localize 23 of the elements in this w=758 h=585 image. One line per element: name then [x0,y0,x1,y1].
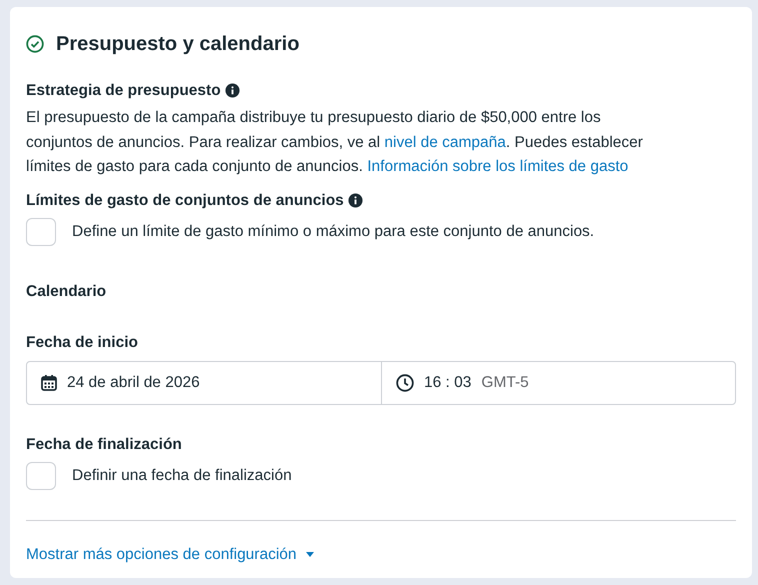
inline-link[interactable]: nivel de campaña [384,134,506,151]
calendar-icon [41,374,57,391]
field-label: Fecha de finalización [26,434,183,454]
show-more-link[interactable]: Mostrar más opciones de configuración [26,542,315,566]
checkbox[interactable] [26,462,56,490]
info-icon[interactable] [348,192,363,208]
inline-link[interactable]: Información sobre los límites de gasto [367,158,628,176]
budget-description: El presupuesto de la campaña distribuye tu presupuesto diario de $50,000 entre los conjuntos de anuncios. Para realizar cambios, ve al nivel de campaña. Puedes establecer límites de gasto para cada conjunto de anuncios. Información sobre los límites de gasto [26,108,644,178]
section-heading: Calendario [26,282,108,302]
checkbox-label: Define un límite de gasto mínimo o máximo para este conjunto de anuncios. [72,222,594,242]
start-date-field[interactable]: 24 de abril de 2026 16 : 03 GMT-5 [26,360,736,404]
field-label: Fecha de inicio [26,333,139,354]
section-heading: Estrategia de presupuesto [26,81,221,101]
section-title: Presupuesto y calendario [56,32,300,57]
info-icon[interactable] [224,83,240,98]
checkbox-label: Definir una fecha de finalización [72,466,292,486]
timezone-label: GMT-5 [481,372,529,393]
caret-icon [304,550,315,558]
date-value: 24 de abril de 2026 [67,372,200,393]
checkbox[interactable] [26,218,56,246]
clock-icon [396,374,414,392]
time-value: 16 : 03 [424,374,472,391]
section-heading: Límites de gasto de conjuntos de anuncios [26,190,344,211]
